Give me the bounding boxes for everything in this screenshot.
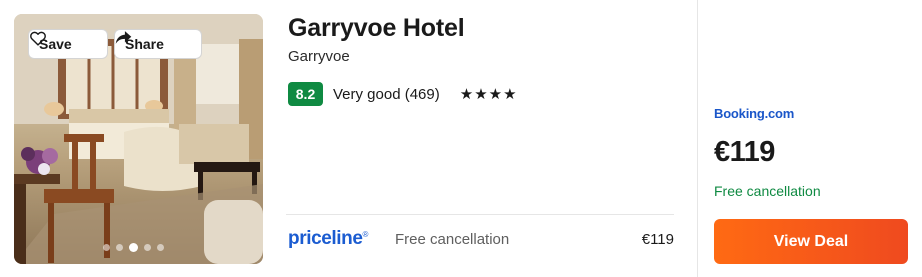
share-button[interactable]: Share bbox=[114, 29, 202, 59]
view-deal-button[interactable]: View Deal bbox=[714, 219, 908, 264]
priceline-logo: priceline® bbox=[288, 228, 369, 249]
provider-offer-row[interactable]: priceline® Free cancellation €119 bbox=[288, 226, 674, 252]
offer-price: €119 bbox=[641, 230, 674, 248]
save-button[interactable]: Save bbox=[28, 29, 108, 59]
booking-com-logo: Booking.com bbox=[714, 106, 795, 121]
deal-price: €119 bbox=[714, 136, 775, 168]
offer-cancellation: Free cancellation bbox=[395, 230, 510, 248]
hotel-result-card: Save Share Garryvoe Hotel Garryvoe 8.2 V… bbox=[0, 0, 922, 277]
heart-icon bbox=[30, 31, 46, 46]
carousel-dot[interactable] bbox=[116, 244, 123, 251]
review-rating-text[interactable]: Very good (469) bbox=[333, 86, 440, 103]
carousel-dot[interactable] bbox=[103, 244, 110, 251]
hotel-location: Garryvoe bbox=[288, 48, 350, 65]
offer-divider bbox=[286, 214, 674, 215]
carousel-indicator bbox=[103, 243, 164, 252]
hotel-name[interactable]: Garryvoe Hotel bbox=[288, 14, 465, 43]
rating-row: 8.2 Very good (469) ★★★★ bbox=[288, 82, 518, 106]
share-arrow-icon bbox=[115, 31, 132, 44]
carousel-dot[interactable] bbox=[144, 244, 151, 251]
carousel-dot[interactable] bbox=[157, 244, 164, 251]
panel-separator bbox=[697, 0, 698, 277]
review-score-badge: 8.2 bbox=[288, 82, 323, 106]
deal-cancellation: Free cancellation bbox=[714, 183, 821, 199]
carousel-dot-active[interactable] bbox=[129, 243, 138, 252]
star-rating: ★★★★ bbox=[459, 86, 518, 103]
hotel-photo[interactable]: Save Share bbox=[14, 14, 263, 264]
